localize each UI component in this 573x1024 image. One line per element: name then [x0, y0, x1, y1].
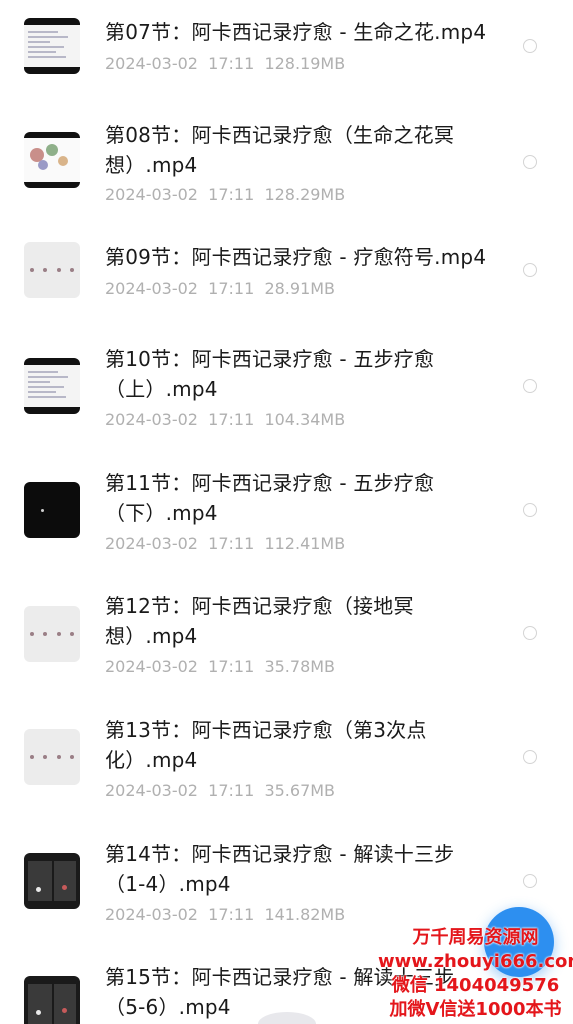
file-size: 112.41MB	[264, 534, 346, 553]
video-thumbnail	[24, 729, 80, 785]
watermark-line: www.zhouyi666.com	[378, 951, 573, 972]
file-date: 2024-03-02	[105, 279, 198, 298]
file-name: 第14节：阿卡西记录疗愈 - 解读十三步 （1-4）.mp4	[105, 842, 455, 896]
file-meta: 2024-03-02 17:11 128.29MB	[105, 185, 345, 205]
file-time: 17:11	[208, 534, 255, 553]
watermark-line: 万千周易资源网	[412, 927, 539, 948]
file-list-screen: 第07节：阿卡西记录疗愈 - 生命之花.mp4 2024-03-02 17:11…	[0, 0, 573, 1024]
select-radio[interactable]	[523, 155, 537, 169]
file-meta: 2024-03-02 17:11 112.41MB	[105, 534, 345, 554]
file-time: 17:11	[208, 657, 255, 676]
file-date: 2024-03-02	[105, 410, 198, 429]
file-name: 第09节：阿卡西记录疗愈 - 疗愈符号.mp4	[105, 245, 487, 269]
file-time: 17:11	[208, 410, 255, 429]
file-meta: 2024-03-02 17:11 128.19MB	[105, 54, 345, 74]
file-date: 2024-03-02	[105, 905, 198, 924]
video-thumbnail	[24, 606, 80, 662]
file-name: 第08节：阿卡西记录疗愈（生命之花冥 想）.mp4	[105, 123, 455, 177]
video-thumbnail	[24, 132, 80, 188]
file-size: 141.82MB	[264, 905, 346, 924]
file-name: 第13节：阿卡西记录疗愈（第3次点 化）.mp4	[105, 718, 427, 772]
video-thumbnail	[24, 853, 80, 909]
file-size: 104.34MB	[264, 410, 346, 429]
file-meta: 2024-03-02 17:11 104.34MB	[105, 410, 345, 430]
file-time: 17:11	[208, 54, 255, 73]
video-thumbnail	[24, 482, 80, 538]
watermark-line: 微信 1404049576	[391, 975, 560, 996]
file-name: 第12节：阿卡西记录疗愈（接地冥 想）.mp4	[105, 594, 414, 648]
file-name: 第10节：阿卡西记录疗愈 - 五步疗愈 （上）.mp4	[105, 347, 435, 401]
file-size: 28.91MB	[264, 279, 336, 298]
video-thumbnail	[24, 358, 80, 414]
select-radio[interactable]	[523, 626, 537, 640]
file-meta: 2024-03-02 17:11 28.91MB	[105, 279, 335, 299]
file-date: 2024-03-02	[105, 781, 198, 800]
watermark-line: 加微V信送1000本书	[389, 999, 562, 1020]
file-size: 128.19MB	[264, 54, 346, 73]
file-meta: 2024-03-02 17:11 141.82MB	[105, 905, 345, 925]
file-time: 17:11	[208, 905, 255, 924]
video-thumbnail	[24, 18, 80, 74]
select-radio[interactable]	[523, 503, 537, 517]
file-meta: 2024-03-02 17:11 35.78MB	[105, 657, 335, 677]
file-date: 2024-03-02	[105, 657, 198, 676]
file-name: 第07节：阿卡西记录疗愈 - 生命之花.mp4	[105, 20, 487, 44]
file-date: 2024-03-02	[105, 534, 198, 553]
file-size: 128.29MB	[264, 185, 346, 204]
file-time: 17:11	[208, 185, 255, 204]
file-meta: 2024-03-02 17:11 35.67MB	[105, 781, 335, 801]
video-thumbnail	[24, 242, 80, 298]
select-radio[interactable]	[523, 874, 537, 888]
file-name: 第11节：阿卡西记录疗愈 - 五步疗愈 （下）.mp4	[105, 471, 435, 525]
video-thumbnail	[24, 976, 80, 1024]
select-radio[interactable]	[523, 379, 537, 393]
file-date: 2024-03-02	[105, 54, 198, 73]
file-size: 35.67MB	[264, 781, 336, 800]
file-size: 35.78MB	[264, 657, 336, 676]
file-time: 17:11	[208, 279, 255, 298]
select-radio[interactable]	[523, 750, 537, 764]
watermark: 万千周易资源网 www.zhouyi666.com 微信 1404049576 …	[378, 926, 573, 1022]
select-radio[interactable]	[523, 263, 537, 277]
select-radio[interactable]	[523, 39, 537, 53]
file-date: 2024-03-02	[105, 185, 198, 204]
file-time: 17:11	[208, 781, 255, 800]
